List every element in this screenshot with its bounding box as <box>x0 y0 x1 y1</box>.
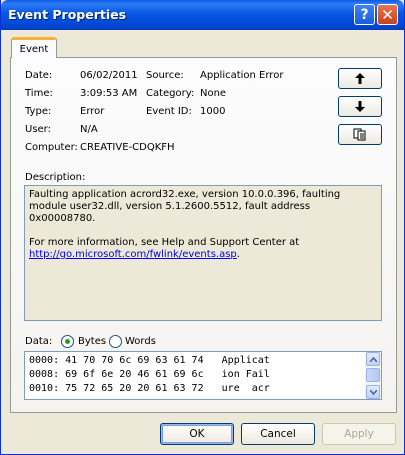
event-id-value: 1000 <box>200 106 226 117</box>
computer-label: Computer: <box>25 142 78 153</box>
data-row: 0000: 41 70 70 6c 69 63 61 74 Applicat <box>29 355 270 366</box>
category-value: None <box>200 88 227 99</box>
description-label: Description: <box>25 172 86 183</box>
title-bar[interactable]: Event Properties ? ✕ <box>1 0 404 30</box>
data-label: Data: <box>25 336 53 347</box>
link-suffix: . <box>236 249 240 260</box>
time-value: 3:09:53 AM <box>80 88 138 99</box>
ok-button[interactable]: OK <box>160 423 234 445</box>
help-button[interactable]: ? <box>354 4 375 25</box>
computer-value: CREATIVE-CDQKFH <box>80 142 175 153</box>
date-value: 06/02/2011 <box>80 70 138 81</box>
bytes-radio[interactable] <box>61 335 74 348</box>
user-label: User: <box>25 124 51 135</box>
source-value: Application Error <box>200 70 284 81</box>
event-id-label: Event ID: <box>146 106 192 117</box>
category-label: Category: <box>146 88 195 99</box>
close-icon: ✕ <box>381 5 394 24</box>
scroll-down-button[interactable] <box>366 385 380 399</box>
next-event-button[interactable] <box>338 96 382 117</box>
copy-icon <box>353 128 366 141</box>
time-label: Time: <box>25 88 53 99</box>
scroll-thumb[interactable] <box>366 368 380 382</box>
apply-button[interactable]: Apply <box>322 423 396 445</box>
chevron-up-icon <box>369 356 377 362</box>
window-title: Event Properties <box>8 7 127 22</box>
close-button[interactable]: ✕ <box>377 4 398 25</box>
words-radio-label[interactable]: Words <box>125 336 156 347</box>
user-value: N/A <box>80 124 98 135</box>
arrow-up-icon <box>355 73 365 84</box>
arrow-down-icon <box>355 101 365 112</box>
data-box[interactable]: 0000: 41 70 70 6c 69 63 61 74 Applicat 0… <box>24 351 382 400</box>
words-radio[interactable] <box>109 335 122 348</box>
tab-event[interactable]: Event <box>11 37 57 58</box>
data-scrollbar[interactable] <box>365 352 381 399</box>
previous-event-button[interactable] <box>338 68 382 89</box>
source-label: Source: <box>146 70 184 81</box>
event-properties-window: Event Properties ? ✕ Event Date: 06/02/2… <box>0 0 405 455</box>
bytes-radio-label[interactable]: Bytes <box>78 336 106 347</box>
type-value: Error <box>80 106 105 117</box>
chevron-down-icon <box>369 389 377 395</box>
help-link[interactable]: http://go.microsoft.com/fwlink/events.as… <box>29 249 237 260</box>
date-label: Date: <box>25 70 53 81</box>
type-label: Type: <box>25 106 52 117</box>
description-box[interactable]: Faulting application acrord32.exe, versi… <box>24 185 382 321</box>
data-row: 0010: 75 72 65 20 20 61 63 72 ure acr <box>29 383 270 394</box>
cancel-button[interactable]: Cancel <box>241 423 315 445</box>
data-row: 0008: 69 6f 6e 20 46 61 69 6c ion Fail <box>29 369 270 380</box>
scroll-up-button[interactable] <box>366 352 380 366</box>
help-icon: ? <box>360 6 369 23</box>
description-help-text: For more information, see Help and Suppo… <box>29 237 300 248</box>
copy-button[interactable] <box>338 124 382 145</box>
description-text: Faulting application acrord32.exe, versi… <box>29 189 341 224</box>
